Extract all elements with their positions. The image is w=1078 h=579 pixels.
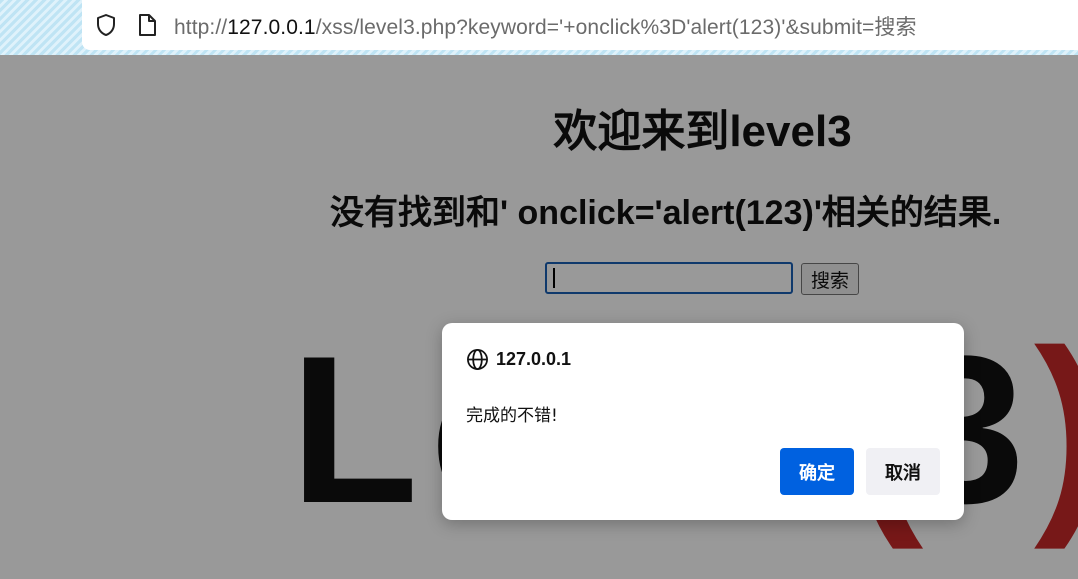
page-icon[interactable] [136, 13, 158, 37]
dialog-message: 完成的不错! [466, 406, 558, 426]
browser-toolbar: http://127.0.0.1/xss/level3.php?keyword=… [0, 0, 1078, 55]
shield-icon[interactable] [94, 13, 118, 37]
url-bar[interactable]: http://127.0.0.1/xss/level3.php?keyword=… [82, 0, 1078, 50]
url-scheme: http:// [174, 16, 228, 39]
dialog-origin: 127.0.0.1 [496, 349, 572, 369]
cancel-button[interactable]: 取消 [866, 448, 940, 495]
globe-icon [467, 349, 488, 370]
url-host: 127.0.0.1 [227, 16, 316, 39]
alert-dialog: 127.0.0.1 完成的不错! 确定 取消 [442, 323, 964, 520]
url-text[interactable]: http://127.0.0.1/xss/level3.php?keyword=… [174, 11, 917, 41]
ok-button[interactable]: 确定 [780, 448, 854, 495]
url-path: /xss/level3.php?keyword='+onclick%3D'ale… [315, 16, 917, 39]
